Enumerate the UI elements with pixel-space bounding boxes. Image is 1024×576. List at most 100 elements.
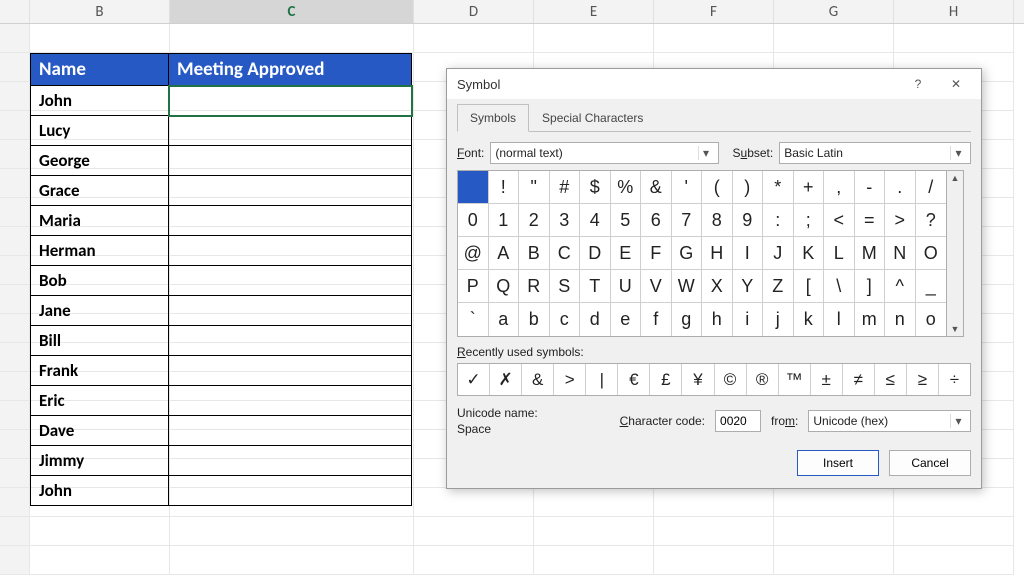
- symbol-cell[interactable]: ": [519, 171, 550, 204]
- recent-symbol-cell[interactable]: &: [522, 364, 554, 395]
- column-header[interactable]: G: [774, 0, 894, 23]
- column-header[interactable]: D: [414, 0, 534, 23]
- table-row[interactable]: Frank: [31, 356, 412, 386]
- table-row[interactable]: Jimmy: [31, 446, 412, 476]
- cell-name[interactable]: John: [31, 86, 169, 116]
- cell-approved[interactable]: [169, 386, 412, 416]
- symbol-cell[interactable]: %: [611, 171, 642, 204]
- from-combo[interactable]: Unicode (hex) ▾: [808, 410, 971, 432]
- symbol-cell[interactable]: J: [763, 237, 794, 270]
- symbol-cell[interactable]: I: [733, 237, 764, 270]
- symbol-cell[interactable]: L: [824, 237, 855, 270]
- symbol-cell[interactable]: b: [519, 303, 550, 336]
- symbol-cell[interactable]: 0: [458, 204, 489, 237]
- subset-combo[interactable]: Basic Latin ▾: [779, 142, 971, 164]
- symbol-cell[interactable]: ^: [885, 270, 916, 303]
- cell-approved[interactable]: [169, 206, 412, 236]
- symbol-cell[interactable]: 4: [580, 204, 611, 237]
- table-row[interactable]: George: [31, 146, 412, 176]
- symbol-cell[interactable]: Q: [489, 270, 520, 303]
- close-button[interactable]: ✕: [937, 72, 975, 96]
- symbol-cell[interactable]: 7: [672, 204, 703, 237]
- character-code-input[interactable]: [715, 410, 761, 432]
- symbol-cell[interactable]: \: [824, 270, 855, 303]
- recent-symbol-cell[interactable]: ✗: [490, 364, 522, 395]
- cell-name[interactable]: Jimmy: [31, 446, 169, 476]
- table-row[interactable]: John: [31, 476, 412, 506]
- recent-symbol-cell[interactable]: £: [650, 364, 682, 395]
- table-row[interactable]: Herman: [31, 236, 412, 266]
- help-button[interactable]: ?: [899, 72, 937, 96]
- cell-name[interactable]: George: [31, 146, 169, 176]
- symbol-cell[interactable]: M: [855, 237, 886, 270]
- cell-approved[interactable]: [169, 356, 412, 386]
- symbol-cell[interactable]: ?: [916, 204, 947, 237]
- cell-approved[interactable]: [169, 176, 412, 206]
- dialog-titlebar[interactable]: Symbol ? ✕: [447, 69, 981, 99]
- symbol-cell[interactable]: K: [794, 237, 825, 270]
- symbol-cell[interactable]: @: [458, 237, 489, 270]
- symbol-cell[interactable]: +: [794, 171, 825, 204]
- symbol-cell[interactable]: _: [916, 270, 947, 303]
- symbol-cell[interactable]: (: [702, 171, 733, 204]
- symbol-cell[interactable]: m: [855, 303, 886, 336]
- table-row[interactable]: John: [31, 86, 412, 116]
- symbol-cell[interactable]: =: [855, 204, 886, 237]
- cell-name[interactable]: Maria: [31, 206, 169, 236]
- cell-approved[interactable]: [169, 296, 412, 326]
- cell-name[interactable]: Grace: [31, 176, 169, 206]
- symbol-cell[interactable]: 9: [733, 204, 764, 237]
- column-header[interactable]: H: [894, 0, 1014, 23]
- symbol-cell[interactable]: N: [885, 237, 916, 270]
- cell-name[interactable]: John: [31, 476, 169, 506]
- recent-symbol-cell[interactable]: ≥: [907, 364, 939, 395]
- symbol-cell[interactable]: 8: [702, 204, 733, 237]
- insert-button[interactable]: Insert: [797, 450, 879, 476]
- table-row[interactable]: Lucy: [31, 116, 412, 146]
- scroll-up-icon[interactable]: ▲: [951, 171, 960, 185]
- cell-approved[interactable]: [169, 326, 412, 356]
- cell-name[interactable]: Jane: [31, 296, 169, 326]
- symbol-cell[interactable]: e: [611, 303, 642, 336]
- symbol-cell[interactable]: f: [641, 303, 672, 336]
- table-row[interactable]: Maria: [31, 206, 412, 236]
- column-header[interactable]: E: [534, 0, 654, 23]
- symbol-cell[interactable]: B: [519, 237, 550, 270]
- symbol-cell[interactable]: :: [763, 204, 794, 237]
- cell-approved[interactable]: [169, 146, 412, 176]
- recent-symbol-cell[interactable]: ©: [715, 364, 747, 395]
- symbol-cell[interactable]: .: [885, 171, 916, 204]
- symbol-cell[interactable]: R: [519, 270, 550, 303]
- symbol-cell[interactable]: n: [885, 303, 916, 336]
- recent-symbol-cell[interactable]: ≤: [875, 364, 907, 395]
- cell-approved[interactable]: [169, 266, 412, 296]
- symbol-cell[interactable]: j: [763, 303, 794, 336]
- recent-symbol-cell[interactable]: ≠: [843, 364, 875, 395]
- cell-name[interactable]: Herman: [31, 236, 169, 266]
- recent-symbols-grid[interactable]: ✓✗&>|€£¥©®™±≠≤≥÷: [457, 363, 971, 396]
- recent-symbol-cell[interactable]: ®: [747, 364, 779, 395]
- cell-approved[interactable]: [169, 476, 412, 506]
- cell-approved[interactable]: [169, 446, 412, 476]
- recent-symbol-cell[interactable]: €: [618, 364, 650, 395]
- cell-name[interactable]: Bill: [31, 326, 169, 356]
- cell-name[interactable]: Dave: [31, 416, 169, 446]
- column-header[interactable]: C: [170, 0, 414, 23]
- symbol-cell[interactable]: O: [916, 237, 947, 270]
- symbol-cell[interactable]: X: [702, 270, 733, 303]
- symbol-cell[interactable]: A: [489, 237, 520, 270]
- symbol-cell[interactable]: h: [702, 303, 733, 336]
- symbol-cell[interactable]: #: [550, 171, 581, 204]
- symbol-cell[interactable]: ;: [794, 204, 825, 237]
- table-row[interactable]: Grace: [31, 176, 412, 206]
- recent-symbol-cell[interactable]: ¥: [682, 364, 714, 395]
- symbol-cell[interactable]: d: [580, 303, 611, 336]
- symbol-cell[interactable]: E: [611, 237, 642, 270]
- cell-name[interactable]: Lucy: [31, 116, 169, 146]
- symbol-cell[interactable]: >: [885, 204, 916, 237]
- symbol-cell[interactable]: T: [580, 270, 611, 303]
- symbol-cell[interactable]: `: [458, 303, 489, 336]
- symbol-cell[interactable]: 2: [519, 204, 550, 237]
- table-row[interactable]: Jane: [31, 296, 412, 326]
- symbol-cell[interactable]: ,: [824, 171, 855, 204]
